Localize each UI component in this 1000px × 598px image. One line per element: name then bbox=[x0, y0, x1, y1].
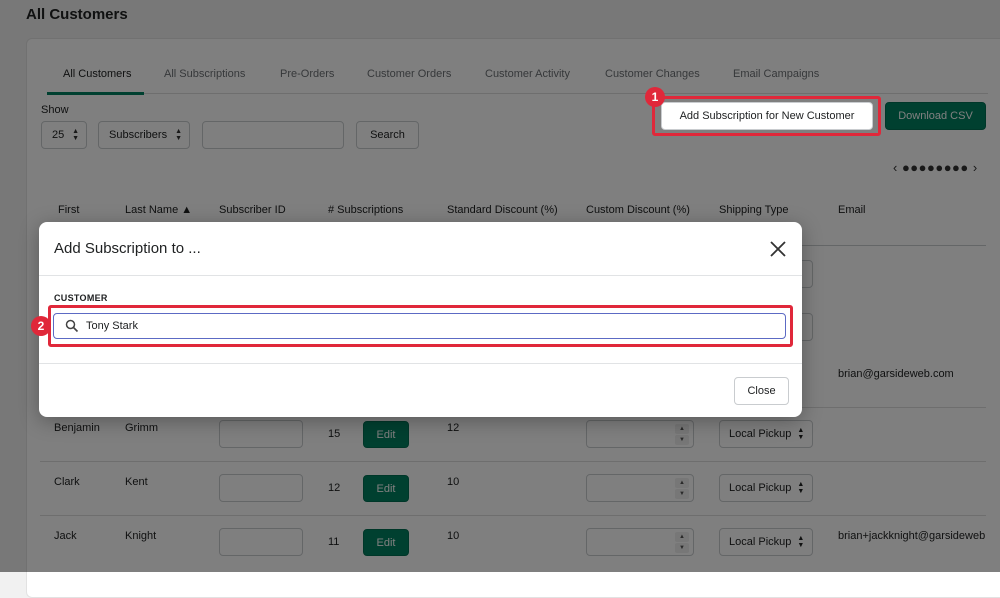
close-icon[interactable] bbox=[768, 239, 788, 259]
modal-title: Add Subscription to ... bbox=[54, 240, 201, 257]
modal-header-divider bbox=[39, 275, 802, 276]
step1-highlight-box bbox=[652, 96, 881, 136]
close-button[interactable]: Close bbox=[734, 377, 789, 405]
step2-badge: 2 bbox=[31, 316, 51, 336]
step1-badge: 1 bbox=[645, 87, 665, 107]
step2-highlight-box bbox=[48, 305, 793, 347]
customer-label: CUSTOMER bbox=[54, 293, 108, 303]
modal-footer-divider bbox=[39, 363, 802, 364]
